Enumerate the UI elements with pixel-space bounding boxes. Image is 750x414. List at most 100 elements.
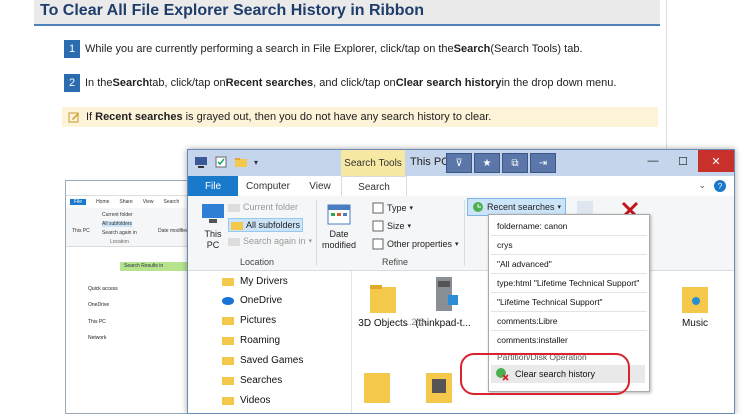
- dropdown-icon[interactable]: ⊽: [446, 153, 472, 173]
- this-pc-icon: [202, 204, 224, 223]
- menu-divider: [491, 254, 647, 255]
- step-text-pre: In the: [85, 77, 113, 89]
- size-label: Size: [387, 221, 405, 231]
- small-tab-share: Share: [119, 199, 133, 205]
- cloud-icon: [222, 297, 234, 305]
- menu-item[interactable]: foldername: canon: [497, 221, 567, 231]
- menu-item[interactable]: crys: [497, 240, 513, 250]
- menu-divider: [491, 311, 647, 312]
- other-properties-button[interactable]: Other properties ▾: [372, 238, 459, 250]
- nav-item-onedrive[interactable]: OneDrive: [222, 291, 282, 309]
- file-partial-label: ...2@.: [404, 317, 429, 327]
- help-icon[interactable]: ?: [714, 180, 726, 192]
- videos-folder-icon: [222, 397, 234, 405]
- nav-item-my-drivers[interactable]: My Drivers: [222, 272, 288, 290]
- small-date-modified: Date modified: [158, 228, 189, 234]
- step-text-post: in the drop down menu.: [501, 77, 617, 89]
- ribbon-separator: [316, 200, 317, 266]
- snap-icon[interactable]: ⇥: [530, 153, 556, 173]
- chevron-down-icon[interactable]: ⌄: [698, 180, 706, 192]
- size-button[interactable]: Size ▾: [372, 220, 411, 232]
- computer-icon[interactable]: [194, 155, 208, 169]
- nav-item-pictures[interactable]: Pictures: [222, 311, 276, 329]
- small-nav-onedrive: OneDrive: [88, 302, 110, 308]
- tab-view[interactable]: View: [300, 176, 340, 196]
- videos-folder-icon[interactable]: [426, 365, 454, 408]
- folder-search-icon: [228, 238, 240, 246]
- current-folder-label: Current folder: [243, 202, 299, 212]
- menu-item[interactable]: type:html "Lifetime Technical Support": [497, 278, 639, 288]
- nav-label: My Drivers: [240, 275, 288, 287]
- tab-file[interactable]: File: [188, 176, 238, 196]
- date-modified-button[interactable]: Date modified: [322, 202, 356, 251]
- this-pc-button[interactable]: This PC: [200, 202, 226, 251]
- step-number: 1: [64, 40, 80, 58]
- content-area: My Drivers OneDrive Pictures Roaming Sav…: [188, 271, 734, 413]
- pin-icon[interactable]: ★: [474, 153, 500, 173]
- type-icon: [372, 202, 384, 214]
- tab-computer[interactable]: Computer: [244, 176, 292, 196]
- other-properties-label: Other properties: [387, 239, 453, 249]
- current-folder-button[interactable]: Current folder: [228, 202, 298, 212]
- size-icon: [372, 220, 384, 232]
- step-text-bold: Clear search history: [395, 77, 502, 89]
- maximize-button[interactable]: ☐: [668, 150, 698, 172]
- note-text-pre: If: [86, 111, 93, 123]
- small-all-subfolders: All subfolders: [102, 221, 133, 227]
- checkbox-icon[interactable]: [214, 155, 228, 169]
- title-toolbar-buttons: ⊽ ★ ⧉ ⇥: [446, 153, 556, 173]
- ribbon-separator: [464, 200, 465, 266]
- menu-item[interactable]: comments:Libre: [497, 316, 557, 326]
- properties-icon: [372, 238, 384, 250]
- nav-item-searches[interactable]: Searches: [222, 371, 282, 389]
- calendar-icon: [327, 204, 351, 225]
- small-search-again: Search again in: [102, 230, 137, 236]
- small-tab-file: File: [70, 199, 87, 205]
- menu-item[interactable]: comments:installer: [497, 335, 568, 345]
- nav-item-saved-games[interactable]: Saved Games: [222, 351, 303, 369]
- type-button[interactable]: Type ▾: [372, 202, 413, 214]
- type-label: Type: [387, 203, 407, 213]
- small-current-folder: Current folder: [102, 212, 133, 218]
- background-explorer-screenshot: File Home Share View Search This PC Curr…: [65, 180, 197, 414]
- nav-label: Videos: [240, 394, 271, 406]
- close-button[interactable]: ✕: [698, 150, 734, 172]
- small-nav-quick-access: Quick access: [88, 286, 118, 292]
- step-text-mid: tab, click/tap on: [149, 77, 226, 89]
- nav-label: Saved Games: [240, 354, 304, 366]
- folder-icon: [222, 337, 234, 345]
- pane-divider: [351, 271, 352, 413]
- menu-divider: [491, 273, 647, 274]
- section-heading: To Clear All File Explorer Search Histor…: [34, 0, 660, 26]
- folder-icon: [370, 285, 396, 313]
- copy-icon[interactable]: ⧉: [502, 153, 528, 173]
- small-tab-view: View: [142, 199, 154, 205]
- note-box: If Recent searches is grayed out, then y…: [62, 107, 658, 127]
- small-address-bar: Search Results in: [120, 262, 190, 271]
- menu-item[interactable]: "Lifetime Technical Support": [497, 297, 603, 307]
- nav-item-videos[interactable]: Videos: [222, 391, 270, 409]
- nav-label: Pictures: [240, 314, 277, 326]
- minimize-button[interactable]: —: [638, 150, 668, 172]
- folder-icon[interactable]: [234, 155, 248, 169]
- ribbon-controls: ⌄ ?: [698, 180, 726, 192]
- pictures-folder-icon: [222, 317, 234, 325]
- tab-search[interactable]: Search: [341, 176, 407, 197]
- step-text-bold: Search: [112, 77, 150, 89]
- step-text-pre: While you are currently performing a sea…: [85, 43, 454, 55]
- chevron-down-icon[interactable]: ▾: [254, 158, 258, 167]
- search-again-button[interactable]: Search again in ▾: [228, 236, 312, 246]
- file-item-music[interactable]: Music: [672, 281, 718, 329]
- small-tab-home: Home: [96, 199, 110, 205]
- date-modified-label: Date modified: [322, 229, 357, 250]
- folder-icon-lower[interactable]: [364, 365, 392, 408]
- step-1: 1 While you are currently performing a s…: [64, 40, 583, 58]
- all-subfolders-button[interactable]: All subfolders: [228, 218, 304, 232]
- step-number: 2: [64, 74, 80, 92]
- subfolders-icon: [231, 222, 243, 230]
- search-folder-icon: [222, 377, 234, 385]
- small-titlebar: [66, 181, 196, 196]
- nav-item-roaming[interactable]: Roaming: [222, 331, 280, 349]
- menu-item[interactable]: "All advanced": [497, 259, 552, 269]
- nav-label: OneDrive: [240, 294, 283, 306]
